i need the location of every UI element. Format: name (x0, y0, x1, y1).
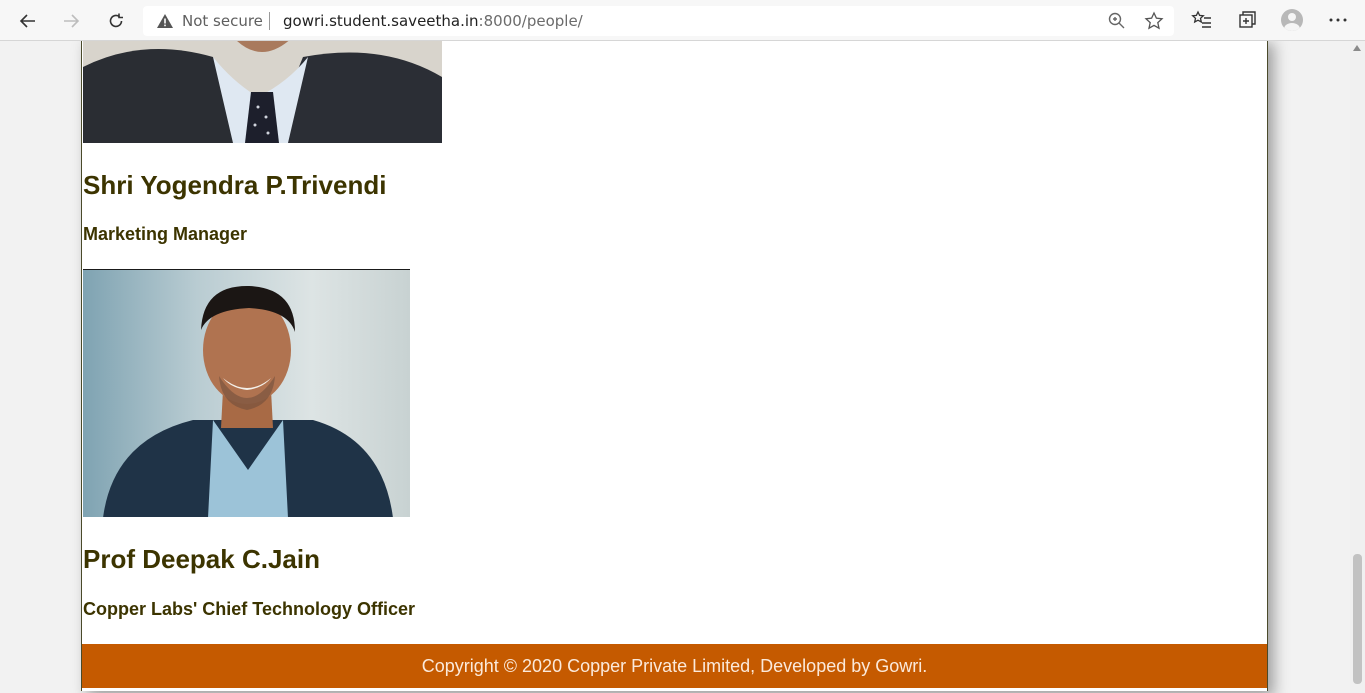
url-host: gowri.student.saveetha.in (283, 12, 479, 30)
vertical-scrollbar[interactable] (1350, 41, 1365, 693)
refresh-icon (109, 13, 123, 28)
browser-toolbar: Not secure gowri.student.saveetha.in:800… (0, 0, 1365, 41)
favorites-icon[interactable] (1191, 9, 1213, 31)
page-viewport: Shri Yogendra P.Trivendi Marketing Manag… (0, 41, 1350, 693)
scroll-up-arrow-icon[interactable] (1353, 45, 1361, 51)
warning-icon (157, 14, 173, 28)
forward-button[interactable] (56, 6, 86, 36)
back-arrow-icon (19, 14, 35, 28)
url-text[interactable]: gowri.student.saveetha.in:8000/people/ (283, 12, 583, 30)
address-separator (269, 12, 270, 30)
forward-arrow-icon (64, 14, 80, 28)
address-bar[interactable]: Not secure gowri.student.saveetha.in:800… (143, 6, 1174, 36)
more-icon[interactable] (1327, 9, 1349, 31)
page-footer: Copyright © 2020 Copper Private Limited,… (82, 644, 1267, 688)
profile-icon[interactable] (1281, 9, 1303, 31)
refresh-button[interactable] (101, 6, 131, 36)
person-name: Prof Deepak C.Jain (83, 544, 320, 574)
security-label[interactable]: Not secure (182, 12, 263, 30)
collections-icon[interactable] (1236, 9, 1258, 31)
url-path: :8000/people/ (478, 12, 583, 30)
star-icon[interactable] (1144, 11, 1164, 31)
people-page: Shri Yogendra P.Trivendi Marketing Manag… (81, 41, 1268, 691)
scroll-thumb[interactable] (1353, 554, 1362, 684)
zoom-icon[interactable] (1107, 11, 1127, 31)
person-photo (83, 41, 442, 143)
back-button[interactable] (13, 6, 43, 36)
person-photo (83, 269, 410, 517)
person-role: Marketing Manager (83, 224, 248, 244)
footer-copyright: Copyright © 2020 Copper Private Limited,… (421, 655, 928, 676)
person-role: Copper Labs' Chief Technology Officer (83, 599, 415, 619)
person-name: Shri Yogendra P.Trivendi (83, 170, 387, 200)
